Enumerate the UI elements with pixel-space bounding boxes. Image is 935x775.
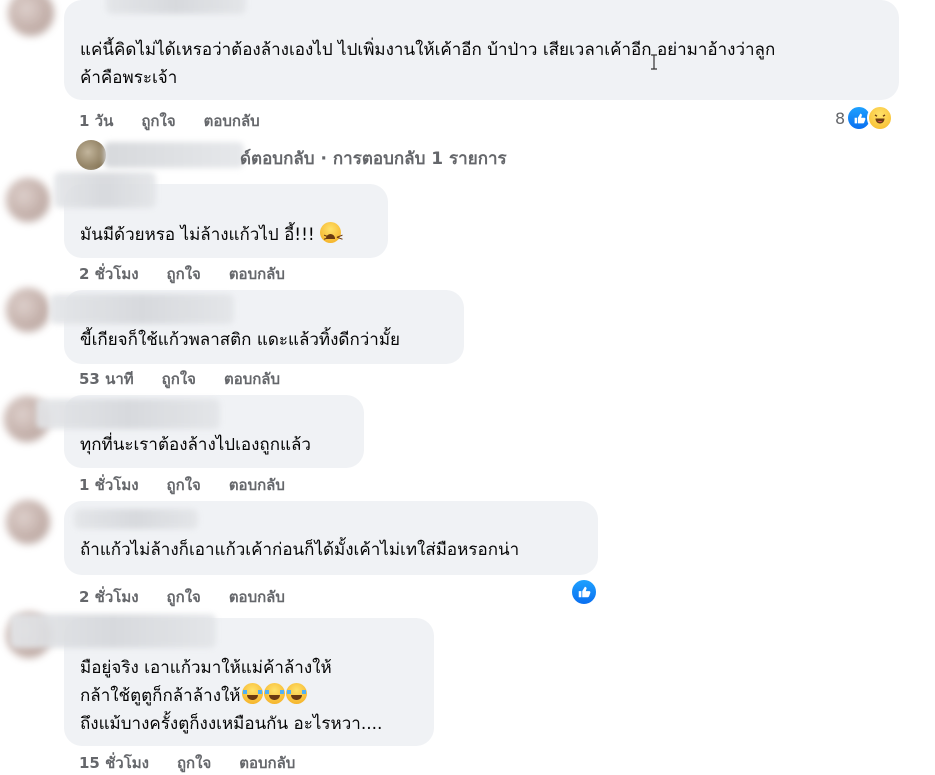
comment-timestamp[interactable]: 2 ชั่วโมง bbox=[79, 585, 139, 609]
comment-actions: 15 ชั่วโมง ถูกใจ ตอบกลับ bbox=[79, 751, 295, 775]
commenter-name[interactable] bbox=[106, 0, 246, 14]
reaction-count: 8 bbox=[835, 108, 846, 128]
commenter-avatar[interactable] bbox=[6, 500, 50, 544]
comment-bubble: มือยู่จริง เอาแก้วมาให้แม่ค้าล้างให้ กล้… bbox=[10, 614, 434, 746]
comment-timestamp[interactable]: 1 ชั่วโมง bbox=[79, 473, 139, 497]
text-cursor-icon bbox=[651, 54, 657, 70]
comment-bubble: ขี้เกียจก็ใช้แก้วพลาสติก แดะแล้วทิ้งดีกว… bbox=[50, 290, 464, 364]
haha-icon bbox=[867, 105, 894, 131]
comment-timestamp[interactable]: 2 ชั่วโมง bbox=[79, 262, 139, 286]
commenter-avatar[interactable] bbox=[6, 178, 50, 222]
comment-text-line: กล้าใช้ตูตูก็กล้าล้างให้ bbox=[80, 686, 241, 706]
comment-text-line: ทุกที่นะเราต้องล้างไปเองถูกแล้ว bbox=[80, 435, 311, 455]
like-link[interactable]: ถูกใจ bbox=[177, 751, 211, 775]
like-link[interactable]: ถูกใจ bbox=[141, 109, 175, 133]
like-link[interactable]: ถูกใจ bbox=[167, 262, 201, 286]
comment-timestamp[interactable]: 53 นาที bbox=[79, 367, 134, 391]
comment-text-line: แค่นี้คิดไม่ได้เหรอว่าต้องล้างเองไป ไปเพ… bbox=[80, 40, 776, 60]
comment-timestamp[interactable]: 1 วัน bbox=[79, 109, 113, 133]
commenter-avatar[interactable] bbox=[6, 288, 50, 332]
comment-bubble: ถ้าแก้วไม่ล้างก็เอาแก้วเค้าก่อนก็ได้มั้ง… bbox=[64, 501, 598, 575]
commenter-name[interactable] bbox=[54, 172, 156, 208]
like-link[interactable]: ถูกใจ bbox=[167, 473, 201, 497]
comment-actions: 2 ชั่วโมง ถูกใจ ตอบกลับ bbox=[79, 262, 285, 286]
view-replies-link[interactable]: ด์ตอบกลับ · การตอบกลับ 1 รายการ bbox=[240, 145, 507, 172]
crying-laughing-icon bbox=[285, 683, 307, 704]
comment-timestamp[interactable]: 15 ชั่วโมง bbox=[79, 751, 149, 775]
reply-link[interactable]: ตอบกลับ bbox=[229, 585, 285, 609]
commenter-name[interactable] bbox=[50, 294, 234, 324]
comment-text-line: ถึงแม้บางครั้งตูก็งงเหมือนกัน อะไรหวา...… bbox=[80, 714, 383, 734]
reaction-summary[interactable] bbox=[570, 578, 598, 606]
reaction-summary[interactable]: 8 bbox=[835, 105, 894, 131]
reply-link[interactable]: ตอบกลับ bbox=[239, 751, 295, 775]
reply-avatar[interactable] bbox=[76, 140, 106, 170]
comment-actions: 1 วัน ถูกใจ ตอบกลับ bbox=[79, 109, 260, 133]
like-link[interactable]: ถูกใจ bbox=[167, 585, 201, 609]
comment-text-line: ขี้เกียจก็ใช้แก้วพลาสติก แดะแล้วทิ้งดีกว… bbox=[80, 330, 401, 350]
comment-text: มันมีด้วยหรอ ไม่ล้างแก้วไป อี้!!! bbox=[80, 221, 344, 252]
comment-bubble: มันมีด้วยหรอ ไม่ล้างแก้วไป อี้!!! bbox=[54, 172, 388, 258]
reply-link[interactable]: ตอบกลับ bbox=[204, 109, 260, 133]
reply-link[interactable]: ตอบกลับ bbox=[229, 262, 285, 286]
commenter-name[interactable] bbox=[74, 509, 198, 529]
comment-text: กล้าใช้ตูตูก็กล้าล้างให้ bbox=[80, 682, 307, 710]
comment-bubble: แค่นี้คิดไม่ได้เหรอว่าต้องล้างเองไป ไปเพ… bbox=[64, 0, 899, 100]
comment-bubble: ทุกที่นะเราต้องล้างไปเองถูกแล้ว bbox=[36, 395, 364, 468]
comment-text-line: ถ้าแก้วไม่ล้างก็เอาแก้วเค้าก่อนก็ได้มั้ง… bbox=[80, 540, 520, 560]
reply-link[interactable]: ตอบกลับ bbox=[229, 473, 285, 497]
comment-text-line: มันมีด้วยหรอ ไม่ล้างแก้วไป อี้!!! bbox=[80, 225, 321, 245]
comment-text-line: มือยู่จริง เอาแก้วมาให้แม่ค้าล้างให้ bbox=[80, 658, 332, 678]
reply-author-name bbox=[104, 142, 244, 168]
commenter-name[interactable] bbox=[36, 399, 220, 429]
comment-actions: 2 ชั่วโมง ถูกใจ ตอบกลับ bbox=[79, 585, 285, 609]
commenter-name[interactable] bbox=[10, 614, 216, 648]
like-link[interactable]: ถูกใจ bbox=[162, 367, 196, 391]
crying-laughing-icon bbox=[263, 683, 285, 704]
like-icon bbox=[570, 578, 598, 606]
comment-actions: 1 ชั่วโมง ถูกใจ ตอบกลับ bbox=[79, 473, 285, 497]
commenter-avatar[interactable] bbox=[8, 0, 54, 36]
crying-laughing-icon bbox=[241, 683, 263, 704]
comment-text-line: ค้าคือพระเจ้า bbox=[80, 68, 178, 88]
comment-actions: 53 นาที ถูกใจ ตอบกลับ bbox=[79, 367, 280, 391]
reply-link[interactable]: ตอบกลับ bbox=[224, 367, 280, 391]
tired-face-icon bbox=[320, 222, 344, 252]
